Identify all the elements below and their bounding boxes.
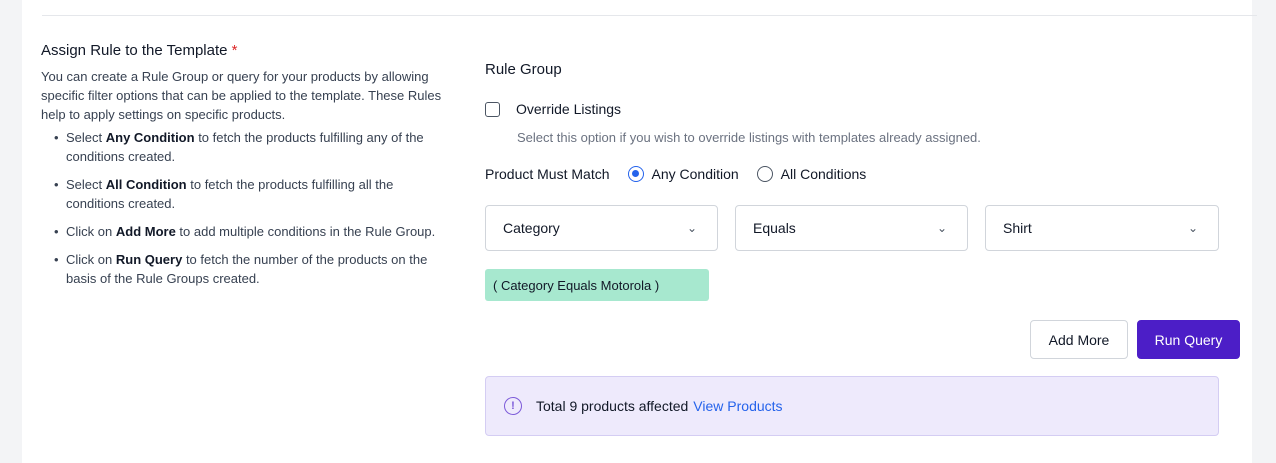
rule-card: Assign Rule to the Template * You can cr…	[22, 0, 1257, 463]
rule-group-panel: Rule Group Override Listings Select this…	[485, 0, 1255, 463]
match-label: Product Must Match	[485, 166, 610, 182]
rule-group-title: Rule Group	[485, 61, 562, 78]
instruction-item: Click on Run Query to fetch the number o…	[54, 250, 451, 288]
required-mark: *	[231, 42, 238, 59]
attribute-select-value: Category	[503, 220, 560, 236]
override-listings-label[interactable]: Override Listings	[516, 101, 621, 117]
chevron-down-icon: ⌄	[1187, 221, 1198, 235]
override-listings-checkbox[interactable]	[485, 101, 500, 117]
override-listings-row[interactable]: Override Listings	[485, 101, 621, 117]
instruction-item: Select All Condition to fetch the produc…	[54, 175, 451, 213]
instruction-list: Select Any Condition to fetch the produc…	[41, 128, 451, 288]
chevron-down-icon: ⌄	[686, 221, 697, 235]
add-more-button[interactable]: Add More	[1030, 320, 1128, 359]
all-conditions-label[interactable]: All Conditions	[781, 166, 867, 182]
any-condition-radio[interactable]	[627, 166, 644, 182]
instruction-item: Select Any Condition to fetch the produc…	[54, 128, 451, 166]
result-banner: ! Total 9 products affected View Product…	[485, 376, 1219, 436]
any-condition-label[interactable]: Any Condition	[652, 166, 739, 182]
section-title: Assign Rule to the Template *	[41, 42, 238, 59]
value-select-value: Shirt	[1003, 220, 1032, 236]
operator-select-value: Equals	[753, 220, 796, 236]
all-conditions-radio[interactable]	[756, 166, 773, 182]
section-description: You can create a Rule Group or query for…	[41, 69, 442, 122]
attribute-select[interactable]: Category ⌄	[485, 205, 718, 251]
override-listings-help: Select this option if you wish to overri…	[517, 130, 981, 145]
run-query-button[interactable]: Run Query	[1137, 320, 1240, 359]
operator-select[interactable]: Equals ⌄	[735, 205, 968, 251]
info-circle-icon: !	[504, 397, 522, 415]
value-select[interactable]: Shirt ⌄	[985, 205, 1219, 251]
result-text: Total 9 products affected	[536, 398, 689, 414]
condition-tag: ( Category Equals Motorola )	[485, 269, 709, 301]
rule-instructions: Assign Rule to the Template * You can cr…	[41, 42, 451, 297]
match-condition-row: Product Must Match Any Condition All Con…	[485, 166, 884, 182]
chevron-down-icon: ⌄	[936, 221, 947, 235]
instruction-item: Click on Add More to add multiple condit…	[54, 222, 451, 241]
view-products-link[interactable]: View Products	[693, 398, 782, 414]
